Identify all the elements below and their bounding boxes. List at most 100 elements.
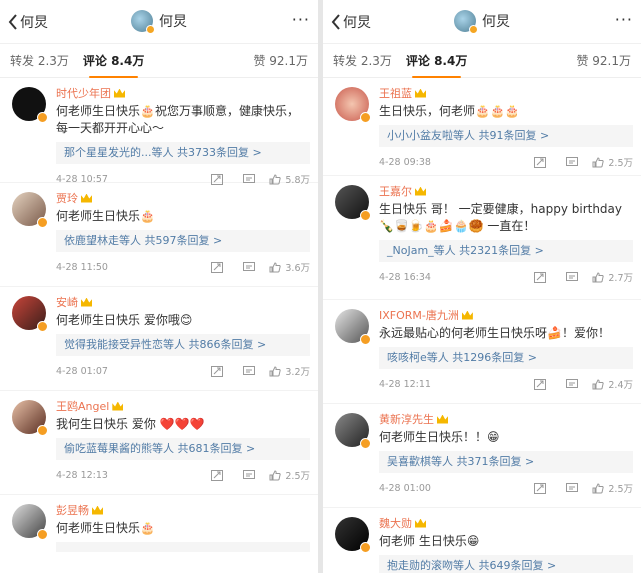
user-name[interactable]: 王鸥Angel: [56, 398, 109, 414]
list-item: 彭昱畅 何老师生日快乐🎂: [0, 495, 318, 573]
list-item: 王鸥Angel 我何生日快乐 爱你 ❤️❤️❤️ 偷吃蓝莓果酱的熊等人 共681…: [0, 391, 318, 495]
share-icon[interactable]: [211, 469, 224, 481]
comment-meta: 4-28 01:00 2.5万: [379, 481, 633, 495]
like-icon: [592, 482, 605, 493]
list-item: 王嘉尔 生日快乐 哥！ 一定要健康，happy birthday 🍾🥃🍺🎂🍰🧁🥮…: [323, 176, 641, 300]
list-item: 贾玲 何老师生日快乐🎂 依鹿望林走等人 共597条回复 > 4-28 11:50…: [0, 183, 318, 287]
share-icon[interactable]: [534, 378, 547, 390]
user-name[interactable]: 贾玲: [56, 190, 78, 206]
comment-icon[interactable]: [243, 469, 256, 481]
reply-summary[interactable]: 抱走勋的滚吻等人 共649条回复 >: [379, 555, 633, 573]
comment-text: 何老师生日快乐 爱你哦😊: [56, 313, 193, 327]
avatar[interactable]: [131, 10, 155, 34]
verified-badge-icon: [37, 321, 48, 332]
user-name[interactable]: 黄新淳先生: [379, 411, 434, 427]
tab-likes[interactable]: 赞 92.1万: [576, 52, 631, 69]
avatar[interactable]: [335, 87, 371, 123]
comment-meta: 4-28 12:11 2.4万: [379, 377, 633, 391]
user-name[interactable]: 安崎: [56, 294, 78, 310]
like-icon: [269, 469, 282, 480]
more-icon[interactable]: ···: [615, 10, 633, 29]
list-item: 魏大勋 何老师 生日快乐😁 抱走勋的滚吻等人 共649条回复 >: [323, 508, 641, 573]
crown-icon: [81, 193, 92, 203]
avatar[interactable]: [335, 413, 371, 449]
page-title: 何炅: [0, 10, 318, 34]
reply-summary[interactable]: 觉得我能接受异性恋等人 共866条回复 >: [56, 334, 310, 356]
avatar[interactable]: [335, 309, 371, 345]
tab-repost[interactable]: 转发 2.3万: [10, 52, 69, 69]
share-icon[interactable]: [534, 156, 547, 168]
comment-icon[interactable]: [566, 378, 579, 390]
like-button[interactable]: 2.5万: [592, 481, 633, 495]
user-name[interactable]: IXFORM-唐九洲: [379, 307, 459, 323]
like-button[interactable]: 3.2万: [269, 364, 310, 378]
avatar[interactable]: [12, 400, 48, 436]
verified-badge-icon: [37, 112, 48, 123]
verified-badge-icon: [146, 25, 155, 34]
reply-summary[interactable]: 那个星星发光的...等人 共3733条回复 >: [56, 142, 310, 164]
like-button[interactable]: 2.5万: [592, 155, 633, 169]
share-icon[interactable]: [534, 482, 547, 494]
user-name[interactable]: 王嘉尔: [379, 183, 412, 199]
comment-text: 永远最贴心的何老师生日快乐呀🍰！爱你！: [379, 326, 610, 340]
comment-meta: 4-28 01:07 3.2万: [56, 364, 310, 378]
verified-badge-icon: [469, 25, 478, 34]
crown-icon: [81, 297, 92, 307]
like-button[interactable]: 2.4万: [592, 377, 633, 391]
crown-icon: [114, 88, 125, 98]
timestamp: 4-28 01:07: [56, 365, 108, 377]
top-bar: 何炅 何炅 ···: [0, 0, 318, 44]
comment-icon[interactable]: [566, 156, 579, 168]
user-name[interactable]: 彭昱畅: [56, 502, 89, 518]
share-icon[interactable]: [211, 365, 224, 377]
tab-comments[interactable]: 评论 8.4万: [406, 52, 467, 78]
crown-icon: [112, 401, 124, 411]
comment-icon[interactable]: [566, 271, 579, 283]
comment-icon[interactable]: [243, 261, 256, 273]
avatar[interactable]: [12, 87, 48, 123]
timestamp: 4-28 11:50: [56, 261, 108, 273]
comment-icon[interactable]: [566, 482, 579, 494]
comment-icon[interactable]: [243, 365, 256, 377]
like-count: 2.5万: [285, 471, 310, 482]
crown-icon: [415, 186, 426, 196]
user-name[interactable]: 王祖蓝: [379, 85, 412, 101]
tab-repost[interactable]: 转发 2.3万: [333, 52, 392, 69]
more-icon[interactable]: ···: [292, 10, 310, 29]
user-name[interactable]: 时代少年团: [56, 85, 111, 101]
like-button[interactable]: 3.6万: [269, 260, 310, 274]
avatar[interactable]: [454, 10, 478, 34]
avatar[interactable]: [12, 504, 48, 540]
tab-comments[interactable]: 评论 8.4万: [83, 52, 144, 78]
share-icon[interactable]: [211, 261, 224, 273]
user-name[interactable]: 魏大勋: [379, 515, 412, 531]
title-text: 何炅: [159, 14, 187, 30]
reply-summary[interactable]: [56, 542, 310, 552]
reply-summary[interactable]: 小小小盆友啦等人 共91条回复 >: [379, 125, 633, 147]
like-button[interactable]: 2.7万: [592, 270, 633, 284]
avatar[interactable]: [12, 192, 48, 228]
verified-badge-icon: [360, 542, 371, 553]
right-screenshot: 何炅 何炅 ··· 转发 2.3万 评论 8.4万 赞 92.1万 王祖蓝 生日…: [323, 0, 641, 573]
reply-summary[interactable]: 依鹿望林走等人 共597条回复 >: [56, 230, 310, 252]
like-count: 2.4万: [608, 380, 633, 391]
like-button[interactable]: 2.5万: [269, 468, 310, 482]
tab-likes[interactable]: 赞 92.1万: [253, 52, 308, 69]
verified-badge-icon: [360, 334, 371, 345]
avatar[interactable]: [335, 185, 371, 221]
timestamp: 4-28 09:38: [379, 156, 431, 168]
verified-badge-icon: [37, 529, 48, 540]
avatar[interactable]: [12, 296, 48, 332]
reply-summary[interactable]: 咳咳柯e等人 共1296条回复 >: [379, 347, 633, 369]
like-count: 3.2万: [285, 367, 310, 378]
reply-summary[interactable]: 偷吃蓝莓果酱的熊等人 共681条回复 >: [56, 438, 310, 460]
reply-summary[interactable]: _NoJam_等人 共2321条回复 >: [379, 240, 633, 262]
share-icon[interactable]: [534, 271, 547, 283]
reply-summary[interactable]: 吴喜歡棋等人 共371条回复 >: [379, 451, 633, 473]
comment-text: 何老师生日快乐🎂: [56, 521, 155, 535]
verified-badge-icon: [360, 438, 371, 449]
list-item: IXFORM-唐九洲 永远最贴心的何老师生日快乐呀🍰！爱你！ 咳咳柯e等人 共1…: [323, 300, 641, 404]
avatar[interactable]: [335, 517, 371, 553]
crown-icon: [415, 88, 426, 98]
comment-text: 生日快乐 哥！ 一定要健康，happy birthday 🍾🥃🍺🎂🍰🧁🥮 一直在…: [379, 202, 623, 233]
